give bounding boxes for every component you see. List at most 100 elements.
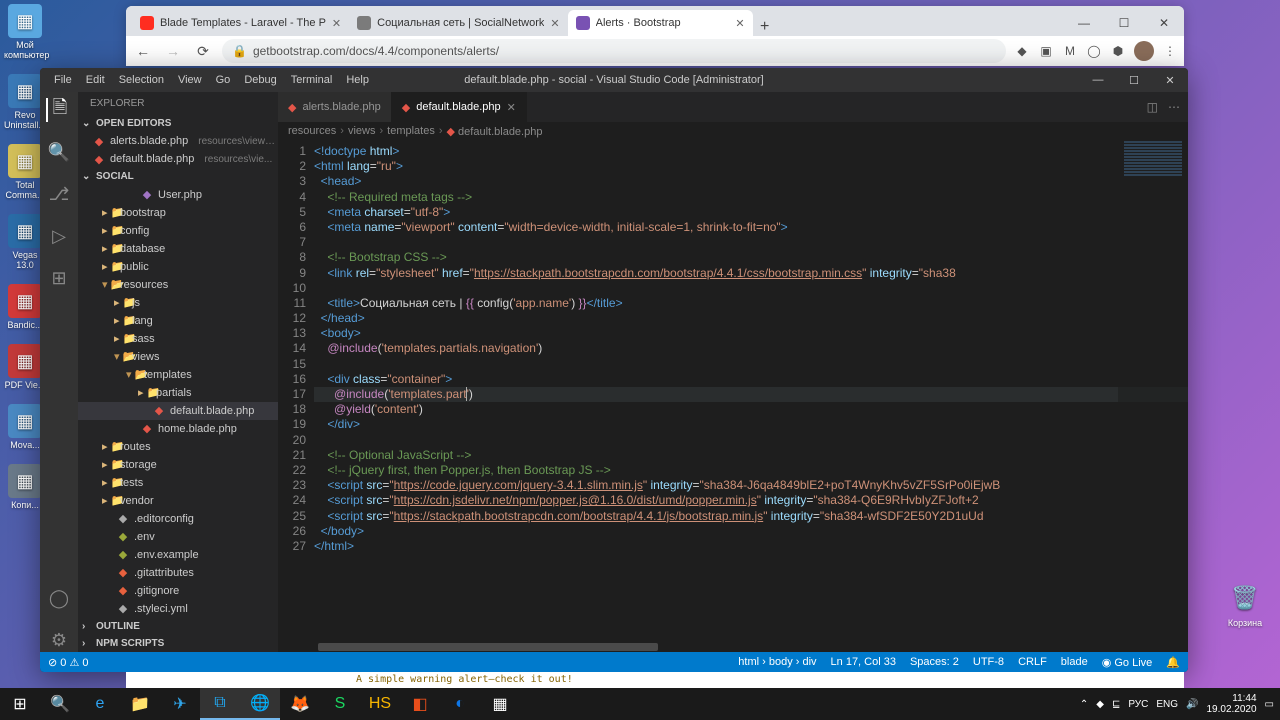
ext-icon[interactable]: ◯ xyxy=(1086,43,1102,59)
tree-item[interactable]: ◆ .editorconfig xyxy=(78,510,278,528)
minimap[interactable] xyxy=(1118,140,1188,642)
minimize-button[interactable]: — xyxy=(1064,10,1104,36)
status-item[interactable]: ◉ Go Live xyxy=(1102,656,1153,669)
maximize-button[interactable]: ☐ xyxy=(1116,68,1152,92)
code-lines[interactable]: <!doctype html><html lang="ru"> <head> <… xyxy=(314,140,1188,642)
search-button[interactable]: 🔍 xyxy=(40,688,80,720)
browser-tab[interactable]: Blade Templates - Laravel - The P✕ xyxy=(132,10,349,36)
ext-icon[interactable]: M xyxy=(1062,43,1078,59)
back-button[interactable]: ← xyxy=(132,40,154,62)
tree-item[interactable]: ◆ default.blade.php xyxy=(78,402,278,420)
accounts-icon[interactable]: ◯ xyxy=(47,586,71,610)
minimize-button[interactable]: — xyxy=(1080,68,1116,92)
open-editor-item[interactable]: ◆ alerts.blade.phpresources\views... xyxy=(78,132,278,150)
breadcrumb[interactable]: resources›views›templates›◆ default.blad… xyxy=(278,122,1188,140)
status-item[interactable]: CRLF xyxy=(1018,656,1047,669)
tray-icon[interactable]: ⊑ xyxy=(1112,699,1120,710)
breadcrumb-item[interactable]: templates xyxy=(387,125,435,137)
status-item[interactable]: 🔔 xyxy=(1166,656,1180,669)
tree-item[interactable]: ◆ .env xyxy=(78,528,278,546)
desktop-icon[interactable]: ▦Мой компьютер xyxy=(4,4,46,60)
ext-icon[interactable]: ⬢ xyxy=(1110,43,1126,59)
code-editor[interactable]: 1234567891011121314151617181920212223242… xyxy=(278,140,1188,642)
tray-notifications-icon[interactable]: ▭ xyxy=(1265,699,1274,710)
close-icon[interactable]: ✕ xyxy=(550,17,559,30)
tree-item[interactable]: ▸ 📁 sass xyxy=(78,330,278,348)
tree-item[interactable]: ◆ .env.example xyxy=(78,546,278,564)
tray-icon[interactable]: ◆ xyxy=(1096,699,1104,710)
tree-item[interactable]: ▸ 📁 partials xyxy=(78,384,278,402)
tree-item[interactable]: ◆ .styleci.yml xyxy=(78,600,278,618)
tree-item[interactable]: ▸ 📁 public xyxy=(78,258,278,276)
maximize-button[interactable]: ☐ xyxy=(1104,10,1144,36)
workspace-header[interactable]: ⌄SOCIAL xyxy=(78,168,278,185)
outline-header[interactable]: ›OUTLINE xyxy=(78,618,278,635)
tree-item[interactable]: ◆ .gitattributes xyxy=(78,564,278,582)
editor-tab[interactable]: ◆alerts.blade.php xyxy=(278,92,392,122)
menu-item[interactable]: Terminal xyxy=(285,74,339,86)
tree-item[interactable]: ◆ home.blade.php xyxy=(78,420,278,438)
recycle-bin[interactable]: 🗑️Корзина xyxy=(1222,580,1268,628)
tray-kbd[interactable]: ENG xyxy=(1156,699,1178,710)
horizontal-scrollbar[interactable] xyxy=(278,642,1188,652)
tray-lang[interactable]: РУС xyxy=(1128,699,1148,710)
editor-tab[interactable]: ◆default.blade.php✕ xyxy=(392,92,527,122)
close-icon[interactable]: ✕ xyxy=(332,17,341,30)
tree-item[interactable]: ▸ 📁 lang xyxy=(78,312,278,330)
close-icon[interactable]: ✕ xyxy=(735,17,744,30)
tray-clock[interactable]: 11:4419.02.2020 xyxy=(1206,693,1256,715)
tree-item[interactable]: ▾ 📂 resources xyxy=(78,276,278,294)
taskbar-app[interactable]: ◧ xyxy=(400,688,440,720)
forward-button[interactable]: → xyxy=(162,40,184,62)
split-editor-icon[interactable]: ◫ xyxy=(1147,100,1158,114)
explorer-icon[interactable]: 🗎 xyxy=(46,98,70,122)
menu-item[interactable]: File xyxy=(48,74,78,86)
avatar[interactable] xyxy=(1134,41,1154,61)
tray-chevron-icon[interactable]: ⌃ xyxy=(1080,699,1088,710)
close-button[interactable]: ✕ xyxy=(1144,10,1184,36)
tray-volume-icon[interactable]: 🔊 xyxy=(1186,699,1198,710)
debug-icon[interactable]: ▷ xyxy=(47,224,71,248)
tree-item[interactable]: ▸ 📁 bootstrap xyxy=(78,204,278,222)
taskbar-app[interactable]: S xyxy=(320,688,360,720)
taskbar-app[interactable]: ▦ xyxy=(480,688,520,720)
taskbar-app[interactable]: ✈ xyxy=(160,688,200,720)
status-item[interactable]: Spaces: 2 xyxy=(910,656,959,669)
reload-button[interactable]: ⟳ xyxy=(192,40,214,62)
browser-tab[interactable]: Alerts · Bootstrap✕ xyxy=(568,10,753,36)
close-button[interactable]: ✕ xyxy=(1152,68,1188,92)
menu-icon[interactable]: ⋮ xyxy=(1162,43,1178,59)
menu-item[interactable]: Go xyxy=(210,74,237,86)
system-tray[interactable]: ⌃ ◆ ⊑ РУС ENG 🔊 11:4419.02.2020 ▭ xyxy=(1080,693,1280,715)
menu-item[interactable]: Selection xyxy=(113,74,170,86)
tree-item[interactable]: ◆ User.php xyxy=(78,186,278,204)
breadcrumb-item[interactable]: views xyxy=(348,125,376,137)
menu-item[interactable]: Edit xyxy=(80,74,111,86)
taskbar-app[interactable]: e xyxy=(80,688,120,720)
breadcrumb-item[interactable]: resources xyxy=(288,125,336,137)
taskbar-app[interactable]: 📁 xyxy=(120,688,160,720)
tree-item[interactable]: ▸ 📁 tests xyxy=(78,474,278,492)
status-item[interactable]: UTF-8 xyxy=(973,656,1004,669)
status-item[interactable]: html › body › div xyxy=(738,656,816,669)
menu-item[interactable]: View xyxy=(172,74,208,86)
tree-item[interactable]: ▸ 📁 routes xyxy=(78,438,278,456)
more-icon[interactable]: ⋯ xyxy=(1168,100,1180,114)
source-control-icon[interactable]: ⎇ xyxy=(47,182,71,206)
ext-icon[interactable]: ◆ xyxy=(1014,43,1030,59)
address-bar[interactable]: 🔒 getbootstrap.com/docs/4.4/components/a… xyxy=(222,39,1006,63)
npm-scripts-header[interactable]: ›NPM SCRIPTS xyxy=(78,635,278,652)
taskbar-vscode[interactable]: ⧉ xyxy=(200,688,240,720)
tree-item[interactable]: ◆ .gitignore xyxy=(78,582,278,600)
ext-icon[interactable]: ▣ xyxy=(1038,43,1054,59)
taskbar-app[interactable]: ◐ xyxy=(440,688,480,720)
tree-item[interactable]: ▸ 📁 js xyxy=(78,294,278,312)
settings-icon[interactable]: ⚙ xyxy=(47,628,71,652)
start-button[interactable]: ⊞ xyxy=(0,688,40,720)
tree-item[interactable]: ▸ 📁 database xyxy=(78,240,278,258)
status-problems[interactable]: ⊘ 0 ⚠ 0 xyxy=(48,656,88,669)
tree-item[interactable]: ▸ 📁 config xyxy=(78,222,278,240)
taskbar-app[interactable]: 🦊 xyxy=(280,688,320,720)
taskbar-app[interactable]: HS xyxy=(360,688,400,720)
new-tab-button[interactable]: + xyxy=(753,18,777,36)
